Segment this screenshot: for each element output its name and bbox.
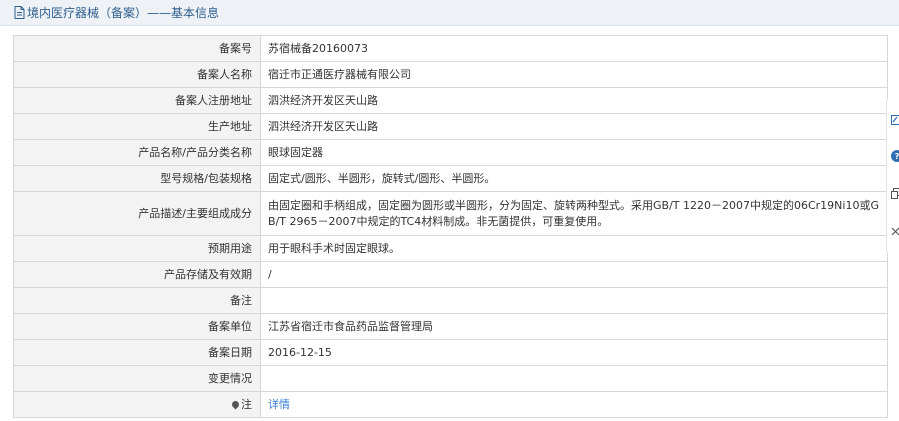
row-value: 由固定圈和手柄组成，固定圈为圆形或半圆形，分为固定、旋转两种型式。采用GB/T … (268, 198, 879, 228)
row-label: 备案日期 (13, 339, 261, 366)
row-label: 备案单位 (13, 313, 261, 340)
table-row: 备注 (13, 287, 888, 314)
row-label: 产品存储及有效期 (13, 261, 261, 288)
help-icon[interactable]: ? (891, 150, 899, 162)
row-label: 生产地址 (13, 113, 261, 140)
row-label: 备案人名称 (13, 61, 261, 88)
note-label-cell: 注 (13, 391, 261, 418)
row-value: 江苏省宿迁市食品药品监督管理局 (260, 313, 888, 340)
page-title: 境内医疗器械（备案）——基本信息 (27, 6, 220, 20)
copy-icon[interactable] (891, 188, 899, 200)
row-value: 泗洪经济开发区天山路 (260, 87, 888, 114)
table-row: 备案单位 江苏省宿迁市食品药品监督管理局 (13, 313, 888, 340)
map-pin-icon (230, 399, 241, 409)
edit-icon[interactable] (891, 114, 899, 126)
row-value: / (260, 261, 888, 288)
document-icon (14, 6, 25, 19)
table-row: 备案号 苏宿械备20160073 (13, 35, 888, 62)
table-row-note: 注 详情 (13, 391, 888, 418)
table-row: 产品名称/产品分类名称 眼球固定器 (13, 139, 888, 166)
info-table: 备案号 苏宿械备20160073 备案人名称 宿迁市正通医疗器械有限公司 备案人… (13, 35, 888, 418)
row-value: 用于眼科手术时固定眼球。 (260, 235, 888, 262)
details-link[interactable]: 详情 (268, 398, 290, 411)
table-row: 生产地址 泗洪经济开发区天山路 (13, 113, 888, 140)
table-row: 预期用途 用于眼科手术时固定眼球。 (13, 235, 888, 262)
row-value: 苏宿械备20160073 (260, 35, 888, 62)
table-row: 变更情况 (13, 365, 888, 392)
table-row: 产品存储及有效期 / (13, 261, 888, 288)
close-icon[interactable] (891, 226, 899, 238)
table-row: 备案人名称 宿迁市正通医疗器械有限公司 (13, 61, 888, 88)
row-value: 眼球固定器 (260, 139, 888, 166)
table-row: 备案人注册地址 泗洪经济开发区天山路 (13, 87, 888, 114)
table-row: 型号规格/包装规格 固定式/圆形、半圆形，旋转式/圆形、半圆形。 (13, 165, 888, 192)
row-label: 备案号 (13, 35, 261, 62)
row-value-cell: 由固定圈和手柄组成，固定圈为圆形或半圆形，分为固定、旋转两种型式。采用GB/T … (260, 191, 888, 236)
row-value: 2016-12-15 (260, 339, 888, 366)
svg-text:?: ? (895, 152, 899, 161)
row-label: 变更情况 (13, 365, 261, 392)
row-value: 固定式/圆形、半圆形，旋转式/圆形、半圆形。 (260, 165, 888, 192)
row-label: 型号规格/包装规格 (13, 165, 261, 192)
note-value-cell: 详情 (260, 391, 888, 418)
row-label: 备注 (13, 287, 261, 314)
note-label: 注 (241, 397, 252, 411)
table-row: 备案日期 2016-12-15 (13, 339, 888, 366)
row-value: 泗洪经济开发区天山路 (260, 113, 888, 140)
row-label: 产品名称/产品分类名称 (13, 139, 261, 166)
row-label: 产品描述/主要组成成分 (13, 191, 261, 236)
row-label: 预期用途 (13, 235, 261, 262)
table-row: 产品描述/主要组成成分 由固定圈和手柄组成，固定圈为圆形或半圆形，分为固定、旋转… (13, 191, 888, 236)
row-label: 备案人注册地址 (13, 87, 261, 114)
row-value (260, 365, 888, 392)
row-value: 宿迁市正通医疗器械有限公司 (260, 61, 888, 88)
row-value (260, 287, 888, 314)
side-toolbar: ? (886, 100, 899, 252)
page-header: 境内医疗器械（备案）——基本信息 (0, 0, 899, 26)
